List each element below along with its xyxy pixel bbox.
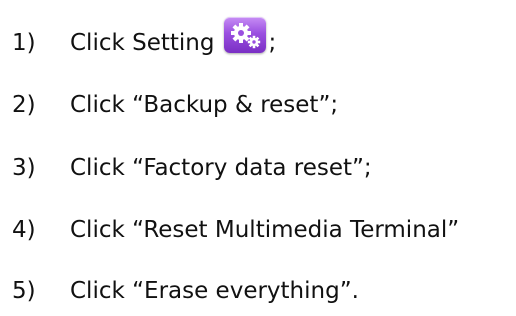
step-number: 2) bbox=[12, 92, 36, 118]
step-text: Click “Backup & reset”; bbox=[70, 92, 339, 118]
step-1: 1) Click Setting ; bbox=[12, 17, 277, 61]
step-text: Click Setting bbox=[70, 30, 215, 56]
step-number: 1) bbox=[12, 30, 36, 56]
step-text: Click “Reset Multimedia Terminal” bbox=[70, 217, 460, 243]
step-text: Click “Erase everything”. bbox=[70, 278, 359, 304]
step-2: 2) Click “Backup & reset”; bbox=[12, 87, 338, 123]
step-3: 3) Click “Factory data reset”; bbox=[12, 150, 372, 186]
step-suffix: ; bbox=[268, 30, 277, 56]
step-5: 5) Click “Erase everything”. bbox=[12, 273, 359, 309]
settings-gear-icon bbox=[224, 17, 267, 53]
step-4: 4) Click “Reset Multimedia Terminal” bbox=[12, 212, 459, 248]
step-number: 5) bbox=[12, 278, 36, 304]
instruction-list: 1) Click Setting ; 2) Click “Backup & re… bbox=[0, 0, 516, 316]
step-number: 4) bbox=[12, 217, 36, 243]
step-text: Click “Factory data reset”; bbox=[70, 155, 372, 181]
step-number: 3) bbox=[12, 155, 36, 181]
